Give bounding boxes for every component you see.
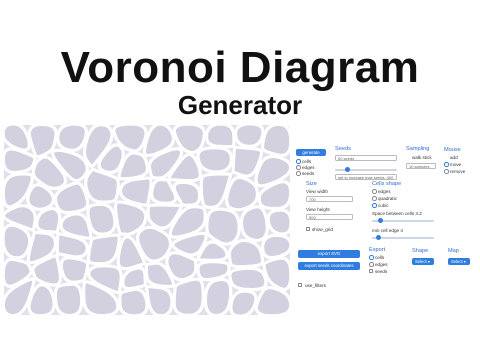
voronoi-cell[interactable] <box>121 266 147 291</box>
voronoi-cell[interactable] <box>150 178 178 205</box>
shape-select-label: Select <box>415 259 427 264</box>
show-grid-label: show_grid <box>312 227 333 232</box>
chevron-down-icon: ▾ <box>427 259 430 264</box>
shape-cubic-radio[interactable] <box>372 203 377 208</box>
voronoi-cell[interactable] <box>203 277 233 315</box>
render-seeds-label: seeds <box>302 171 315 176</box>
voronoi-cell[interactable] <box>172 180 202 207</box>
render-seeds-radio[interactable] <box>296 171 301 176</box>
round-slider-thumb[interactable] <box>376 235 381 241</box>
export-edges-radio[interactable] <box>369 262 374 267</box>
seeds-slider[interactable] <box>335 167 397 173</box>
export-cells-label: cells <box>375 255 385 260</box>
voronoi-cell[interactable] <box>4 125 31 152</box>
voronoi-cell[interactable] <box>165 251 198 282</box>
voronoi-cell[interactable] <box>225 175 260 212</box>
voronoi-cell[interactable] <box>234 125 265 148</box>
voronoi-cell[interactable] <box>59 256 90 284</box>
render-cells-radio[interactable] <box>296 159 301 164</box>
view-height-input[interactable]: 500 <box>306 214 353 220</box>
voronoi-cell[interactable] <box>4 223 32 260</box>
cells-shape-header: Cells shape <box>372 181 402 187</box>
voronoi-cell[interactable] <box>196 146 234 174</box>
export-seeds-button[interactable]: export seeds coordinates <box>298 262 360 270</box>
voronoi-cell[interactable] <box>229 289 258 315</box>
voronoi-cell[interactable] <box>144 284 174 315</box>
export-svg-button[interactable]: export SVG <box>298 250 360 258</box>
voronoi-cell[interactable] <box>228 266 268 292</box>
voronoi-cell[interactable] <box>86 202 117 236</box>
shape-quadratic-radio[interactable] <box>372 196 377 201</box>
mouse-remove-radio[interactable] <box>444 169 449 174</box>
seeds-hint-input[interactable]: set to increase max seeds, 400 <box>335 174 397 180</box>
shape-select[interactable]: Select ▾ <box>412 258 434 265</box>
voronoi-cell[interactable] <box>227 238 265 269</box>
use-filters-checkbox[interactable] <box>298 283 303 288</box>
sampling-method[interactable]: walk stick <box>412 155 432 160</box>
voronoi-cell[interactable] <box>196 259 231 282</box>
voronoi-cell[interactable] <box>118 287 149 315</box>
shape-quadratic-label: quadratic <box>378 196 397 201</box>
seeds-slider-thumb[interactable] <box>345 167 350 173</box>
seeds-input[interactable]: 50 seeds <box>335 155 397 161</box>
round-label: min cell edge 4 <box>372 228 403 233</box>
chevron-down-icon: ▾ <box>463 259 466 264</box>
voronoi-cell[interactable] <box>53 282 84 315</box>
space-between-label: Space between cells 3.2 <box>372 211 422 216</box>
voronoi-cell[interactable] <box>261 125 290 157</box>
shape-edges-radio[interactable] <box>372 189 377 194</box>
voronoi-canvas[interactable] <box>4 125 290 315</box>
seeds-header: Seeds <box>335 146 351 152</box>
samples-input[interactable]: 10 samples <box>406 163 436 169</box>
voronoi-cell[interactable] <box>35 206 62 234</box>
voronoi-cell[interactable] <box>172 277 205 315</box>
page-title: Voronoi Diagram <box>60 43 420 92</box>
round-slider[interactable] <box>372 235 434 241</box>
shape-cubic-label: cubic <box>378 203 389 208</box>
voronoi-cell[interactable] <box>262 256 290 291</box>
export-edges-label: edges <box>375 262 388 267</box>
map-header: Map <box>448 248 459 254</box>
voronoi-cell[interactable] <box>4 147 37 175</box>
voronoi-cell[interactable] <box>56 125 88 152</box>
mouse-header: Mouse <box>444 147 461 153</box>
mouse-remove-label: remove <box>450 169 466 174</box>
mouse-move-radio[interactable] <box>444 162 449 167</box>
voronoi-cell[interactable] <box>84 167 120 204</box>
render-edges-label: edges <box>302 165 315 170</box>
space-slider[interactable] <box>372 218 434 224</box>
size-header: Size <box>306 181 317 187</box>
sampling-header: Sampling <box>406 146 430 152</box>
controls-panel: generate cells edges seeds Size View wid… <box>294 143 476 313</box>
export-seeds-checkbox[interactable] <box>369 269 374 274</box>
use-filters-label: use_filters <box>305 283 326 288</box>
map-select[interactable]: Select ▾ <box>448 258 470 265</box>
export-seeds-label: seeds <box>375 269 388 274</box>
voronoi-cell[interactable] <box>261 233 290 260</box>
voronoi-cell[interactable] <box>254 286 290 315</box>
shape-edges-label: edges <box>378 189 391 194</box>
space-slider-thumb[interactable] <box>378 218 383 224</box>
view-width-input[interactable]: 700 <box>306 196 353 202</box>
shape-header: Shape <box>412 248 429 254</box>
view-width-label: View width <box>306 189 328 194</box>
render-edges-radio[interactable] <box>296 165 301 170</box>
voronoi-cell[interactable] <box>266 208 290 236</box>
show-grid-checkbox[interactable] <box>306 227 311 232</box>
export-header: Export <box>369 247 386 253</box>
voronoi-cell[interactable] <box>205 207 241 246</box>
render-cells-label: cells <box>302 159 312 164</box>
generate-button[interactable]: generate <box>296 149 326 156</box>
voronoi-cell[interactable] <box>86 233 121 266</box>
view-height-label: View height <box>306 207 330 212</box>
export-cells-radio[interactable] <box>369 255 374 260</box>
voronoi-svg[interactable] <box>4 125 290 315</box>
voronoi-cell[interactable] <box>204 125 236 149</box>
mouse-add-label: add <box>450 155 458 160</box>
map-select-label: Select <box>451 259 463 264</box>
mouse-move-label: move <box>450 162 462 167</box>
page-subtitle: Generator <box>177 90 303 120</box>
voronoi-cell[interactable] <box>239 205 269 243</box>
